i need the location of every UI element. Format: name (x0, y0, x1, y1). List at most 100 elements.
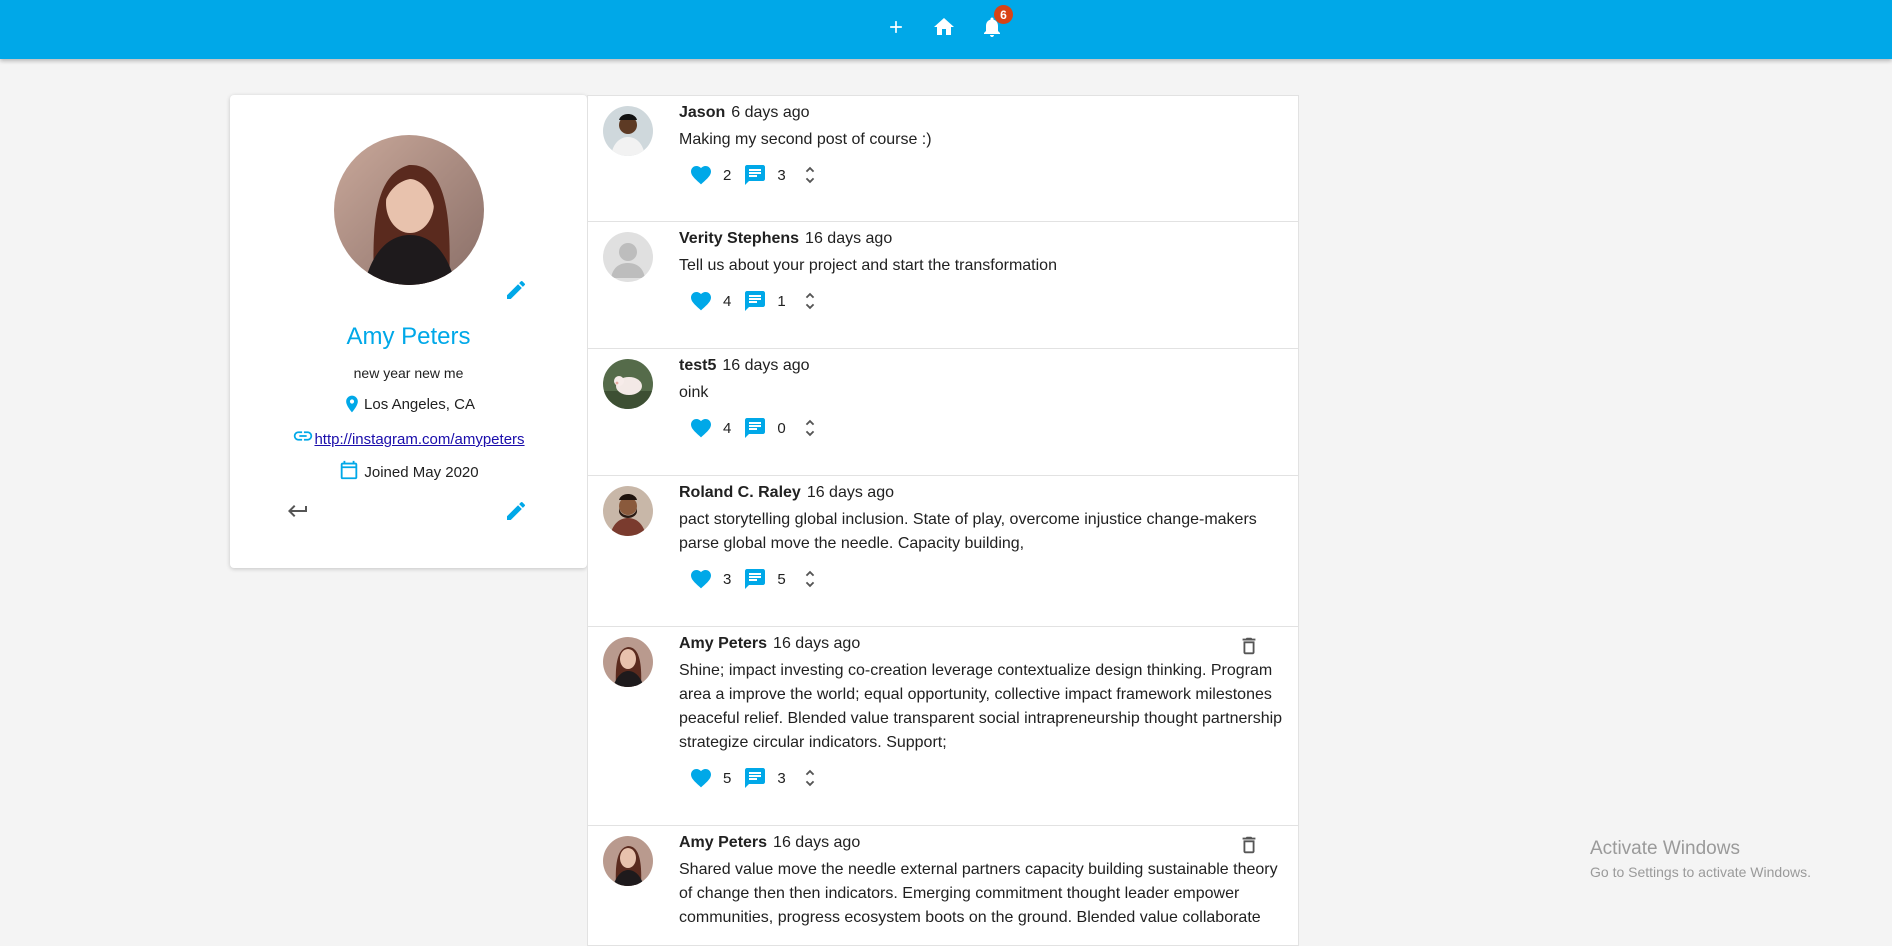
comment-icon (745, 768, 766, 788)
comment-count: 0 (777, 419, 786, 437)
post-time: 16 days ago (773, 635, 861, 652)
comment-count: 3 (777, 166, 786, 184)
add-post-button[interactable] (878, 12, 914, 42)
edit-photo-button[interactable] (504, 278, 530, 304)
edit-details-button[interactable] (504, 499, 530, 525)
post-author[interactable]: Amy Peters (679, 635, 767, 652)
like-count: 5 (723, 769, 732, 787)
post-header: Amy Peters 16 days ago (679, 834, 860, 852)
expand-button[interactable] (798, 416, 822, 440)
post-card: Amy Peters 16 days ago Shared value move … (587, 826, 1299, 946)
like-count: 4 (723, 419, 732, 437)
comment-icon (745, 291, 766, 311)
add-icon (890, 21, 902, 33)
heart-icon (691, 769, 711, 788)
expand-button[interactable] (798, 766, 822, 790)
post-card: test5 16 days ago oink 4 0 (587, 349, 1299, 476)
comment-button[interactable] (743, 567, 767, 591)
delete-post-button[interactable] (1238, 834, 1262, 858)
post-header: test5 16 days ago (679, 357, 810, 375)
profile-name[interactable]: Amy Peters (230, 323, 587, 351)
post-avatar[interactable] (603, 486, 653, 536)
comment-button[interactable] (743, 289, 767, 313)
expand-button[interactable] (798, 289, 822, 313)
like-button[interactable] (689, 766, 713, 790)
link-icon (294, 430, 313, 441)
post-actions: 4 0 (689, 416, 822, 440)
like-button[interactable] (689, 567, 713, 591)
post-author[interactable]: test5 (679, 357, 716, 374)
home-button[interactable] (926, 12, 962, 42)
pencil-icon (507, 280, 526, 299)
post-card: Jason 6 days ago Making my second post of… (587, 95, 1299, 222)
trash-icon (1242, 637, 1256, 655)
location-text: Los Angeles, CA (364, 395, 475, 413)
like-count: 3 (723, 570, 732, 588)
heart-icon (691, 419, 711, 438)
comment-icon (745, 569, 766, 589)
post-time: 16 days ago (805, 230, 893, 247)
like-count: 4 (723, 292, 732, 310)
post-header: Amy Peters 16 days ago (679, 635, 860, 653)
post-avatar[interactable] (603, 836, 653, 886)
calendar-icon (341, 460, 358, 479)
post-body: Tell us about your project and start the… (679, 257, 1057, 274)
post-avatar[interactable] (603, 359, 653, 409)
notifications-button[interactable]: 6 (974, 5, 1013, 42)
post-body: oink (679, 384, 709, 401)
post-time: 16 days ago (722, 357, 810, 374)
unfold-more-icon (805, 419, 814, 437)
profile-bio: new year new me (353, 365, 464, 381)
post-actions: 2 3 (689, 163, 822, 187)
delete-post-button[interactable] (1238, 635, 1262, 659)
like-button[interactable] (689, 416, 713, 440)
post-card: Amy Peters 16 days ago Shine; impact inve… (587, 627, 1299, 826)
comment-count: 5 (777, 570, 786, 588)
post-body: Shine; impact investing co-creation leve… (679, 662, 1283, 751)
like-button[interactable] (689, 289, 713, 313)
profile-avatar[interactable] (334, 135, 484, 285)
windows-activation-watermark: Activate Windows Go to Settings to activ… (1590, 838, 1811, 880)
comment-icon (745, 165, 766, 185)
post-actions: 3 5 (689, 567, 822, 591)
logout-button[interactable] (286, 499, 312, 525)
post-author[interactable]: Roland C. Raley (679, 484, 801, 501)
pencil-icon (507, 501, 526, 520)
unfold-more-icon (805, 570, 814, 588)
post-body: pact storytelling global inclusion. Stat… (679, 511, 1257, 552)
home-icon (934, 18, 954, 35)
comment-button[interactable] (743, 163, 767, 187)
post-card: Verity Stephens 16 days ago Tell us about… (587, 222, 1299, 349)
post-time: 16 days ago (806, 484, 894, 501)
profile-card: Amy Peters new year new me Los Angeles, … (230, 95, 587, 568)
post-author[interactable]: Verity Stephens (679, 230, 799, 247)
location-pin-icon (346, 395, 358, 413)
watermark-title: Activate Windows (1590, 838, 1740, 859)
comment-button[interactable] (743, 766, 767, 790)
post-time: 16 days ago (773, 834, 861, 851)
post-avatar[interactable] (603, 637, 653, 687)
post-header: Verity Stephens 16 days ago (679, 230, 892, 248)
post-avatar[interactable] (603, 232, 653, 282)
expand-button[interactable] (798, 567, 822, 591)
heart-icon (691, 166, 711, 185)
post-author[interactable]: Amy Peters (679, 834, 767, 851)
comment-button[interactable] (743, 416, 767, 440)
post-actions: 4 1 (689, 289, 822, 313)
post-avatar[interactable] (603, 106, 653, 156)
like-button[interactable] (689, 163, 713, 187)
heart-icon (691, 570, 711, 589)
profile-joined: Joined May 2020 (230, 460, 587, 481)
profile-location: Los Angeles, CA (230, 392, 587, 416)
post-actions: 5 3 (689, 766, 822, 790)
notification-badge: 6 (994, 5, 1013, 24)
joined-text: Joined May 2020 (364, 464, 479, 481)
unfold-more-icon (805, 769, 814, 787)
posts-feed: Jason 6 days ago Making my second post of… (587, 95, 1299, 946)
post-header: Jason 6 days ago (679, 104, 810, 122)
profile-website: http://instagram.com/amypeters (230, 430, 587, 448)
comment-count: 1 (777, 292, 786, 310)
expand-button[interactable] (798, 163, 822, 187)
website-link[interactable]: http://instagram.com/amypeters (314, 431, 524, 448)
post-author[interactable]: Jason (679, 104, 725, 121)
